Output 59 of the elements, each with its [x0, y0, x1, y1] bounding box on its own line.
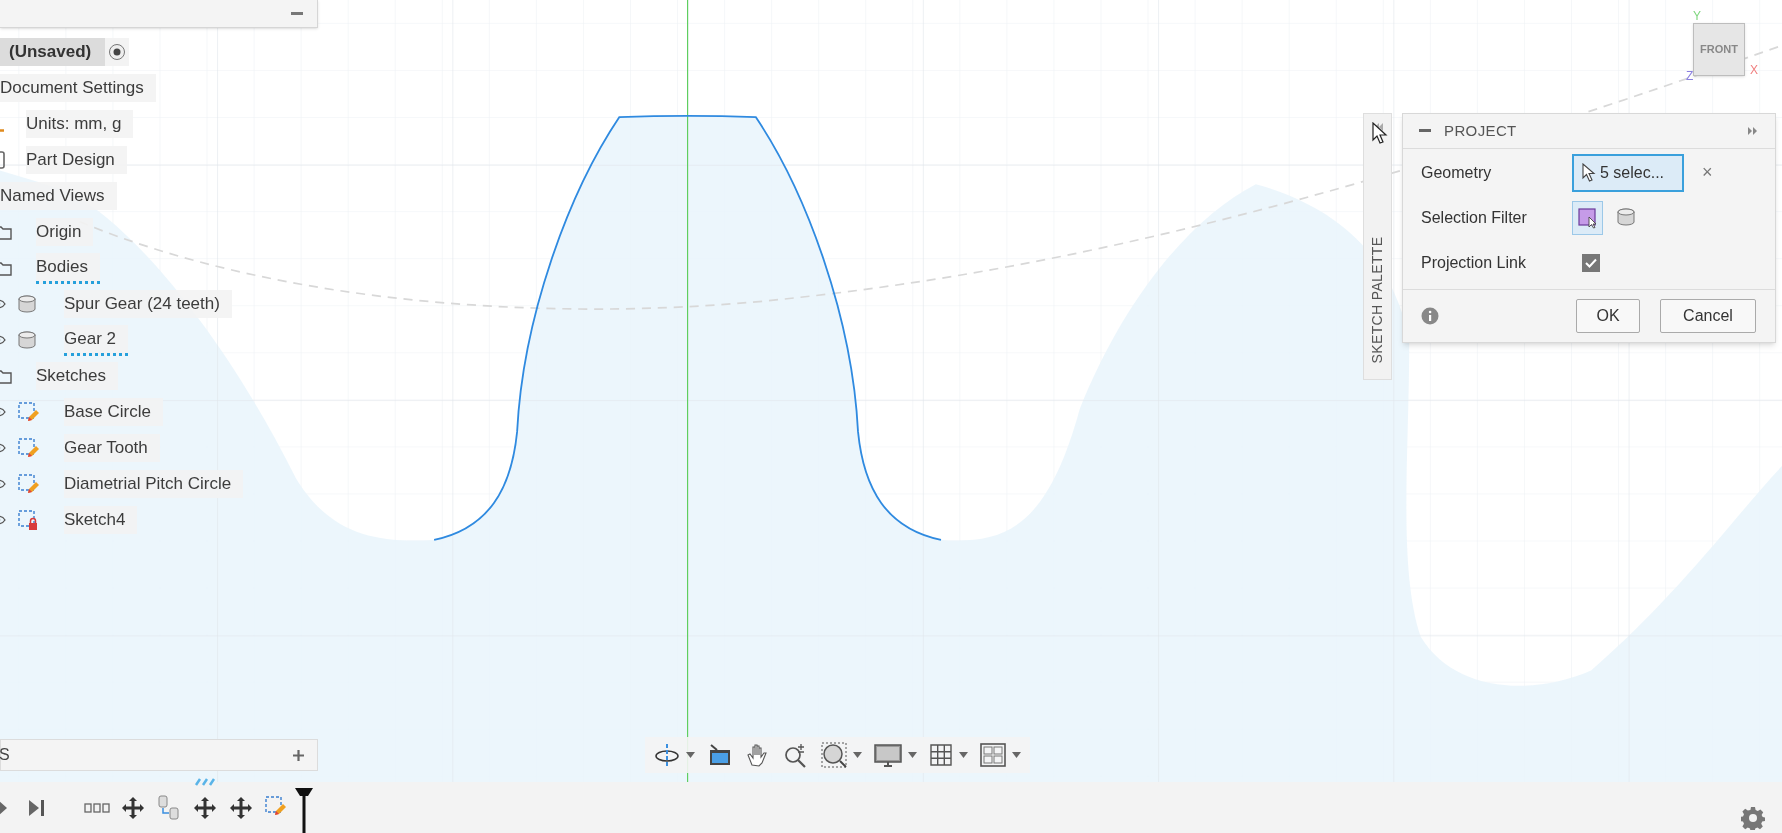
tree-item-label[interactable]: Sketches — [36, 362, 118, 390]
caret-icon[interactable] — [853, 752, 862, 758]
look-at-icon[interactable] — [707, 742, 733, 768]
tree-item-label[interactable]: Origin — [36, 218, 94, 246]
tree-item-label[interactable]: Units: mm, g — [26, 110, 134, 138]
caret-icon[interactable] — [959, 752, 968, 758]
tree-item-label[interactable]: Bodies — [36, 252, 100, 284]
checkbox[interactable] — [1582, 253, 1600, 272]
move-icon[interactable] — [229, 795, 253, 820]
check-icon — [1585, 257, 1597, 268]
orbit-icon[interactable] — [654, 742, 680, 768]
axis-label: Z — [1686, 70, 1694, 82]
caret-icon[interactable] — [1012, 752, 1021, 758]
body-icon — [17, 330, 37, 350]
grid-icon[interactable] — [929, 743, 953, 767]
caret-icon[interactable] — [686, 752, 695, 758]
filter-toggle[interactable] — [1572, 200, 1603, 235]
tree-item-label[interactable]: Document Settings — [0, 74, 156, 102]
sketch-profile-icon — [1576, 206, 1599, 229]
body-icon — [1615, 206, 1638, 229]
monitor-icon[interactable] — [874, 742, 902, 768]
info-icon[interactable] — [1421, 307, 1439, 325]
move-icon[interactable] — [121, 795, 145, 820]
move-icon[interactable] — [193, 795, 217, 820]
sketch-palette-tab[interactable] — [1363, 113, 1392, 380]
tree-item-label[interactable]: Spur Gear (24 teeth) — [64, 290, 232, 318]
tree-item-label[interactable]: Gear Tooth — [64, 434, 160, 462]
zoom-fit-icon[interactable] — [821, 742, 847, 768]
tree-item-label[interactable]: Named Views — [0, 182, 117, 210]
tree-item-label[interactable]: Gear 2 — [64, 324, 128, 356]
add-icon[interactable] — [292, 748, 305, 762]
play-icon[interactable] — [0, 799, 8, 816]
tree-item-label[interactable]: Diametrial Pitch Circle — [64, 470, 244, 498]
cursor-icon — [1372, 122, 1388, 146]
tree-item-label[interactable]: (Unsaved) — [0, 38, 106, 66]
viewports-icon[interactable] — [980, 743, 1006, 767]
radio-icon[interactable] — [108, 43, 127, 61]
collapse-icon[interactable] — [1419, 129, 1431, 133]
field-label: Projection Link — [1421, 252, 1527, 273]
selection-button[interactable]: 5 selec... — [1572, 153, 1684, 192]
axis-label: Y — [1693, 10, 1701, 22]
cube-face-label: FRONT — [1700, 42, 1738, 58]
tree-item-label[interactable]: Sketch4 — [64, 506, 138, 534]
caret-icon[interactable] — [908, 752, 917, 758]
field-label: Geometry — [1421, 162, 1493, 183]
clear-button[interactable]: × — [1702, 159, 1713, 186]
skip-end-icon[interactable] — [29, 799, 45, 816]
cursor-icon — [1582, 162, 1596, 183]
tree-item-label[interactable]: Base Circle — [64, 398, 163, 426]
dialog-button[interactable]: OK — [1576, 299, 1640, 333]
axis-label: X — [1750, 64, 1758, 76]
dialog-title: PROJECT — [1444, 120, 1517, 141]
settings-icon[interactable] — [1741, 806, 1765, 830]
body-icon — [17, 294, 37, 314]
tree-item-label[interactable]: Part Design — [26, 146, 127, 174]
dialog-button[interactable]: Cancel — [1660, 299, 1756, 333]
panel-title: S — [0, 745, 10, 765]
field-label: Selection Filter — [1421, 207, 1528, 228]
sketch-palette-label[interactable]: SKETCH PALETTE — [1366, 236, 1388, 364]
